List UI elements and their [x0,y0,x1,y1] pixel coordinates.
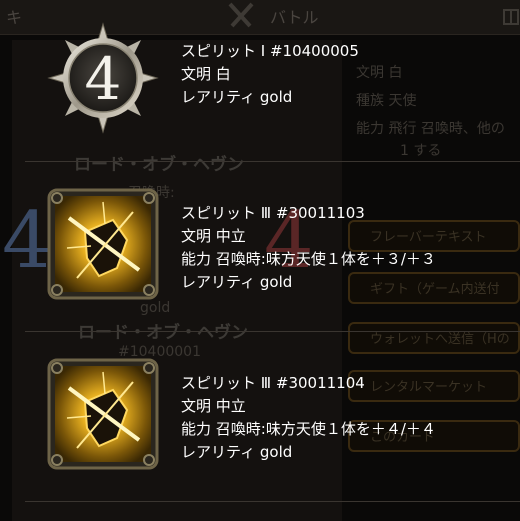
card-info: スピリット Ⅰ #10400005 文明 白 レアリティ gold [181,40,359,109]
golden-shield-slash-icon [47,358,159,470]
card-rarity: レアリティ gold [181,443,293,461]
list-item[interactable]: スピリット Ⅲ #30011103 文明 中立 能力 召喚時:味方天使１体を＋３… [25,162,520,332]
number-4-emblem-icon: 4 [47,22,159,134]
list-item[interactable]: 4 スピリット Ⅰ #10400005 文明 白 レアリティ gold [25,0,520,162]
card-ability: 能力 召喚時:味方天使１体を＋４/＋４ [181,420,436,438]
card-civilization: 文明 白 [181,65,231,83]
card-civilization: 文明 中立 [181,397,246,415]
card-name: スピリット Ⅲ #30011103 [181,204,365,222]
card-rarity: レアリティ gold [181,273,293,291]
card-civilization: 文明 中立 [181,227,246,245]
list-item[interactable]: スピリット Ⅲ #30011104 文明 中立 能力 召喚時:味方天使１体を＋４… [25,332,520,502]
card-rarity: レアリティ gold [181,88,293,106]
card-name: スピリット Ⅲ #30011104 [181,374,365,392]
card-info: スピリット Ⅲ #30011104 文明 中立 能力 召喚時:味方天使１体を＋４… [181,372,436,464]
nav-tab-left[interactable]: キ [6,4,22,28]
golden-shield-slash-icon [47,188,159,300]
card-ability: 能力 召喚時:味方天使１体を＋３/＋３ [181,250,436,268]
svg-text:4: 4 [85,45,122,113]
card-info: スピリット Ⅲ #30011103 文明 中立 能力 召喚時:味方天使１体を＋３… [181,202,436,294]
card-name: スピリット Ⅰ #10400005 [181,42,359,60]
